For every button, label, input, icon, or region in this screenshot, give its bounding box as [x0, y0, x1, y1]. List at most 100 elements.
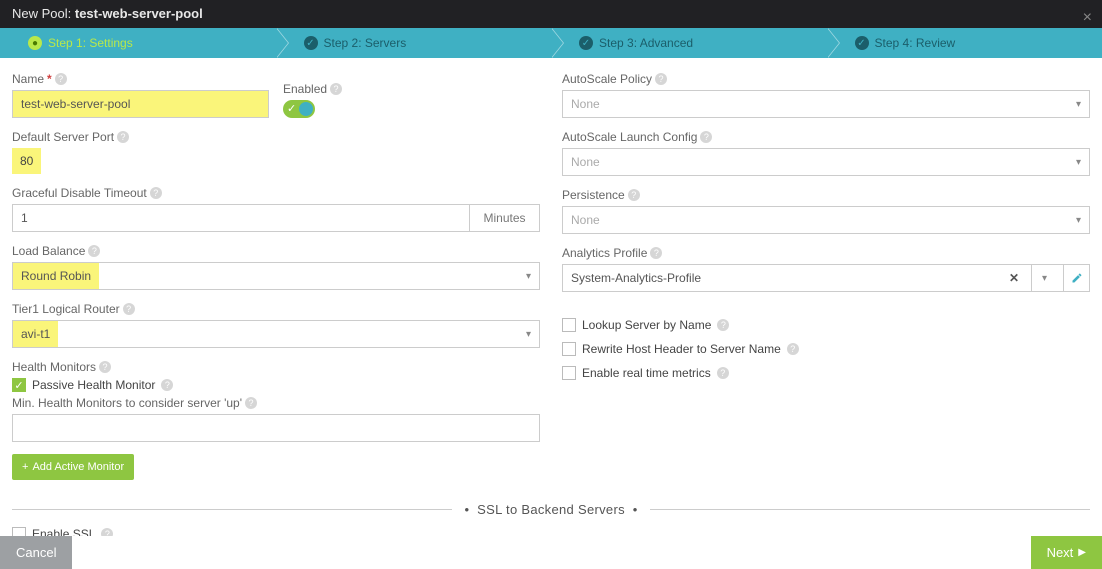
persistence-value: None [571, 213, 600, 227]
timeout-unit-label: Minutes [470, 204, 540, 232]
tier1-select[interactable]: avi-t1 ▾ [12, 320, 540, 348]
analytics-profile-combo[interactable]: System-Analytics-Profile ✕ ▾ [562, 264, 1090, 292]
autoscale-policy-value: None [571, 97, 600, 111]
passive-health-label: Passive Health Monitor [32, 378, 155, 392]
help-icon[interactable]: ? [55, 73, 67, 85]
step-arrow-icon [551, 28, 563, 58]
tier1-label: Tier1 Logical Router [12, 302, 120, 316]
ssl-section-divider: • SSL to Backend Servers • [12, 502, 1090, 517]
help-icon[interactable]: ? [330, 83, 342, 95]
enable-ssl-checkbox[interactable] [12, 527, 26, 536]
help-icon[interactable]: ? [117, 131, 129, 143]
add-active-monitor-button[interactable]: + Add Active Monitor [12, 454, 134, 480]
chevron-down-icon: ▾ [526, 329, 539, 340]
modal-footer: Cancel Next ▶ [0, 536, 1102, 569]
help-icon[interactable]: ? [101, 528, 113, 536]
autoscale-launch-value: None [571, 155, 600, 169]
help-icon[interactable]: ? [245, 397, 257, 409]
chevron-down-icon: ▾ [1076, 99, 1081, 110]
min-health-monitors-label: Min. Health Monitors to consider server … [12, 396, 242, 410]
loadbalance-value: Round Robin [13, 263, 99, 289]
step-label: Step 2: Servers [324, 36, 407, 50]
step-active-dot-icon: ● [28, 36, 42, 50]
loadbalance-label: Load Balance [12, 244, 85, 258]
cancel-label: Cancel [16, 545, 56, 560]
rewrite-host-label: Rewrite Host Header to Server Name [582, 342, 781, 356]
step-label: Step 3: Advanced [599, 36, 693, 50]
analytics-profile-label: Analytics Profile [562, 246, 647, 260]
help-icon[interactable]: ? [717, 367, 729, 379]
enabled-toggle[interactable]: ✓ [283, 100, 315, 118]
lookup-server-checkbox[interactable] [562, 318, 576, 332]
toggle-check-icon: ✓ [287, 102, 296, 115]
add-monitor-label: Add Active Monitor [32, 461, 124, 473]
help-icon[interactable]: ? [88, 245, 100, 257]
help-icon[interactable]: ? [655, 73, 667, 85]
autoscale-launch-label: AutoScale Launch Config [562, 130, 697, 144]
loadbalance-select[interactable]: Round Robin ▾ [12, 262, 540, 290]
right-column: AutoScale Policy ? None ▾ AutoScale Laun… [562, 72, 1090, 480]
help-icon[interactable]: ? [99, 361, 111, 373]
toggle-knob [299, 102, 313, 116]
timeout-label: Graceful Disable Timeout [12, 186, 147, 200]
persistence-label: Persistence [562, 188, 625, 202]
autoscale-launch-select[interactable]: None ▾ [562, 148, 1090, 176]
chevron-down-icon: ▾ [526, 271, 539, 282]
enabled-label: Enabled [283, 82, 327, 96]
modal-titlebar: New Pool: test-web-server-pool × [0, 0, 1102, 28]
left-column: Name * ? Enabled ? ✓ [12, 72, 540, 480]
timeout-input[interactable] [12, 204, 470, 232]
cancel-button[interactable]: Cancel [0, 536, 72, 569]
lookup-server-label: Lookup Server by Name [582, 318, 711, 332]
step-check-icon: ✓ [579, 36, 593, 50]
step-2-servers[interactable]: ✓ Step 2: Servers [276, 28, 552, 58]
realtime-metrics-checkbox[interactable] [562, 366, 576, 380]
step-1-settings[interactable]: ● Step 1: Settings [0, 28, 276, 58]
enable-ssl-label: Enable SSL [32, 527, 95, 536]
port-input[interactable]: 80 [12, 148, 41, 174]
step-wizard-bar: ● Step 1: Settings ✓ Step 2: Servers ✓ S… [0, 28, 1102, 58]
help-icon[interactable]: ? [787, 343, 799, 355]
step-4-review[interactable]: ✓ Step 4: Review [827, 28, 1102, 58]
help-icon[interactable]: ? [700, 131, 712, 143]
help-icon[interactable]: ? [161, 379, 173, 391]
modal-title-name: test-web-server-pool [75, 6, 203, 21]
chevron-down-icon[interactable]: ▾ [1031, 265, 1057, 291]
edit-icon[interactable] [1063, 265, 1089, 291]
step-label: Step 1: Settings [48, 36, 133, 50]
help-icon[interactable]: ? [628, 189, 640, 201]
step-arrow-icon [827, 28, 839, 58]
plus-icon: + [22, 461, 28, 473]
persistence-select[interactable]: None ▾ [562, 206, 1090, 234]
name-label: Name [12, 72, 44, 86]
step-3-advanced[interactable]: ✓ Step 3: Advanced [551, 28, 827, 58]
chevron-down-icon: ▾ [1076, 215, 1081, 226]
rewrite-host-checkbox[interactable] [562, 342, 576, 356]
help-icon[interactable]: ? [717, 319, 729, 331]
health-monitors-label: Health Monitors [12, 360, 96, 374]
clear-icon[interactable]: ✕ [1003, 271, 1025, 285]
analytics-profile-value: System-Analytics-Profile [571, 271, 997, 285]
min-health-monitors-input[interactable] [12, 414, 540, 442]
pool-name-input[interactable] [12, 90, 269, 118]
tier1-value: avi-t1 [13, 321, 58, 347]
autoscale-policy-select[interactable]: None ▾ [562, 90, 1090, 118]
help-icon[interactable]: ? [150, 187, 162, 199]
form-content: Name * ? Enabled ? ✓ [0, 58, 1102, 536]
step-label: Step 4: Review [875, 36, 956, 50]
ssl-section-title: SSL to Backend Servers [477, 502, 625, 517]
help-icon[interactable]: ? [123, 303, 135, 315]
realtime-metrics-label: Enable real time metrics [582, 366, 711, 380]
passive-health-checkbox[interactable]: ✓ [12, 378, 26, 392]
step-check-icon: ✓ [855, 36, 869, 50]
modal-title-label: New Pool: [12, 6, 71, 21]
required-asterisk-icon: * [47, 72, 52, 86]
chevron-right-icon: ▶ [1078, 547, 1086, 558]
next-label: Next [1047, 545, 1074, 560]
help-icon[interactable]: ? [650, 247, 662, 259]
autoscale-policy-label: AutoScale Policy [562, 72, 652, 86]
next-button[interactable]: Next ▶ [1031, 536, 1102, 569]
step-arrow-icon [276, 28, 288, 58]
step-check-icon: ✓ [304, 36, 318, 50]
port-label: Default Server Port [12, 130, 114, 144]
